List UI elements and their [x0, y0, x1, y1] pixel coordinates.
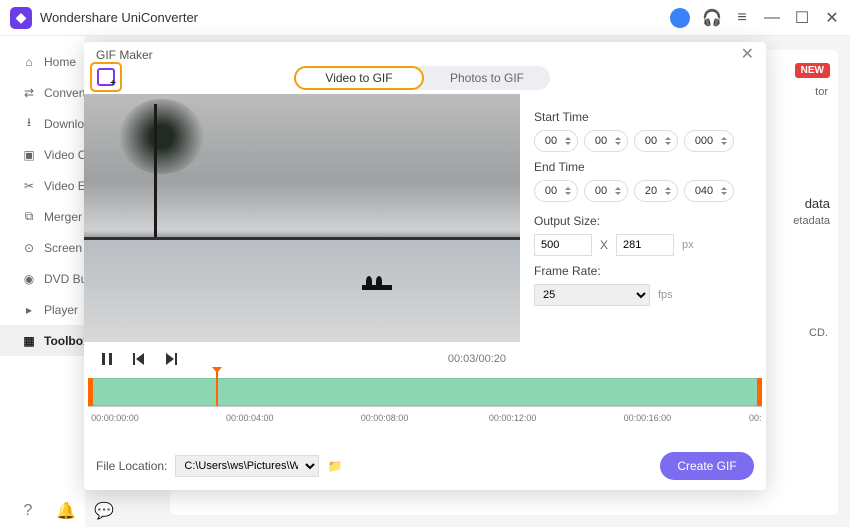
gif-maker-modal: GIF Maker ✕ Video to GIF Photos to GIF 0… [84, 42, 766, 490]
timeline[interactable]: 00:00:00:00 00:00:04:00 00:00:08:00 00:0… [84, 378, 766, 424]
playback-time: 00:03/00:20 [448, 353, 506, 365]
mode-tabs: Video to GIF Photos to GIF [294, 66, 550, 90]
sidebar-item-merger[interactable]: ⧉Merger [0, 201, 85, 232]
add-file-button[interactable] [90, 62, 122, 92]
minimize-icon[interactable]: — [764, 10, 780, 26]
file-location-select[interactable]: C:\Users\ws\Pictures\Wonders [175, 455, 319, 477]
toolbox-icon: ▦ [22, 334, 36, 348]
playback-controls: 00:03/00:20 [84, 344, 520, 374]
app-title: Wondershare UniConverter [40, 10, 198, 25]
close-window-icon[interactable]: ✕ [824, 10, 840, 26]
end-time-label: End Time [534, 160, 754, 174]
output-width-input[interactable] [534, 234, 592, 256]
sidebar-item-screen-recorder[interactable]: ⊙Screen Recorder [0, 232, 85, 263]
app-logo: ◆ [10, 7, 32, 29]
sidebar-item-downloader[interactable]: ⭳Downloader [0, 108, 85, 139]
merge-icon: ⧉ [22, 210, 36, 224]
sidebar-item-dvd-burner[interactable]: ◉DVD Burner [0, 263, 85, 294]
download-icon: ⭳ [22, 117, 36, 131]
prev-button[interactable] [130, 350, 148, 368]
new-badge: NEW [795, 63, 830, 78]
start-ms-stepper[interactable]: 000 [684, 130, 734, 152]
play-icon: ▸ [22, 303, 36, 317]
start-hours-stepper[interactable]: 00 [534, 130, 578, 152]
scissors-icon: ✂ [22, 179, 36, 193]
bell-icon[interactable]: 🔔 [58, 503, 74, 519]
frame-rate-select[interactable]: 25 [534, 284, 650, 306]
file-location-label: File Location: [96, 459, 167, 473]
next-button[interactable] [162, 350, 180, 368]
compress-icon: ▣ [22, 148, 36, 162]
pause-button[interactable] [98, 350, 116, 368]
timeline-ruler: 00:00:00:00 00:00:04:00 00:00:08:00 00:0… [88, 406, 762, 424]
start-minutes-stepper[interactable]: 00 [584, 130, 628, 152]
home-icon: ⌂ [22, 55, 36, 69]
bg-text: data [805, 196, 830, 211]
menu-icon[interactable]: ≡ [734, 10, 750, 26]
playhead[interactable] [216, 372, 218, 406]
start-time-label: Start Time [534, 110, 754, 124]
tab-photos-to-gif[interactable]: Photos to GIF [424, 66, 550, 90]
bg-text: tor [815, 86, 828, 98]
chat-icon[interactable]: 💬 [96, 503, 112, 519]
modal-title: GIF Maker [96, 48, 153, 62]
sidebar-item-converter[interactable]: ⇄Converter [0, 77, 85, 108]
start-seconds-stepper[interactable]: 00 [634, 130, 678, 152]
create-gif-button[interactable]: Create GIF [660, 452, 754, 480]
folder-icon[interactable]: 📁 [327, 458, 343, 474]
fps-unit: fps [658, 289, 673, 301]
video-preview[interactable] [84, 94, 520, 342]
help-icon[interactable]: ? [20, 503, 36, 519]
timeline-end-handle[interactable] [757, 378, 762, 406]
titlebar: ◆ Wondershare UniConverter 🎧 ≡ — ☐ ✕ [0, 0, 850, 36]
end-minutes-stepper[interactable]: 00 [584, 180, 628, 202]
statusbar: ? 🔔 💬 [20, 503, 112, 519]
sidebar-item-video-compressor[interactable]: ▣Video Compressor [0, 139, 85, 170]
frame-rate-label: Frame Rate: [534, 264, 754, 278]
sidebar-item-toolbox[interactable]: ▦Toolbox [0, 325, 85, 356]
sidebar: ⌂Home ⇄Converter ⭳Downloader ▣Video Comp… [0, 36, 85, 527]
record-icon: ⊙ [22, 241, 36, 255]
tab-video-to-gif[interactable]: Video to GIF [294, 66, 424, 90]
sidebar-item-home[interactable]: ⌂Home [0, 46, 85, 77]
timeline-start-handle[interactable] [88, 378, 93, 406]
settings-panel: Start Time 00 00 00 000 End Time 00 00 2… [534, 104, 754, 314]
file-plus-icon [97, 68, 115, 86]
output-height-input[interactable] [616, 234, 674, 256]
disc-icon: ◉ [22, 272, 36, 286]
bg-text: etadata [793, 215, 830, 227]
converter-icon: ⇄ [22, 86, 36, 100]
bg-text: CD. [809, 327, 828, 339]
sidebar-item-player[interactable]: ▸Player [0, 294, 85, 325]
maximize-icon[interactable]: ☐ [794, 10, 810, 26]
timeline-range[interactable] [88, 378, 762, 406]
sidebar-item-video-editor[interactable]: ✂Video Editor [0, 170, 85, 201]
end-seconds-stepper[interactable]: 20 [634, 180, 678, 202]
output-size-label: Output Size: [534, 214, 754, 228]
px-unit: px [682, 239, 694, 251]
end-hours-stepper[interactable]: 00 [534, 180, 578, 202]
end-ms-stepper[interactable]: 040 [684, 180, 734, 202]
user-avatar[interactable] [670, 8, 690, 28]
headset-icon[interactable]: 🎧 [704, 10, 720, 26]
size-separator: X [600, 238, 608, 252]
modal-footer: File Location: C:\Users\ws\Pictures\Wond… [96, 452, 754, 480]
close-icon[interactable]: ✕ [741, 47, 754, 63]
